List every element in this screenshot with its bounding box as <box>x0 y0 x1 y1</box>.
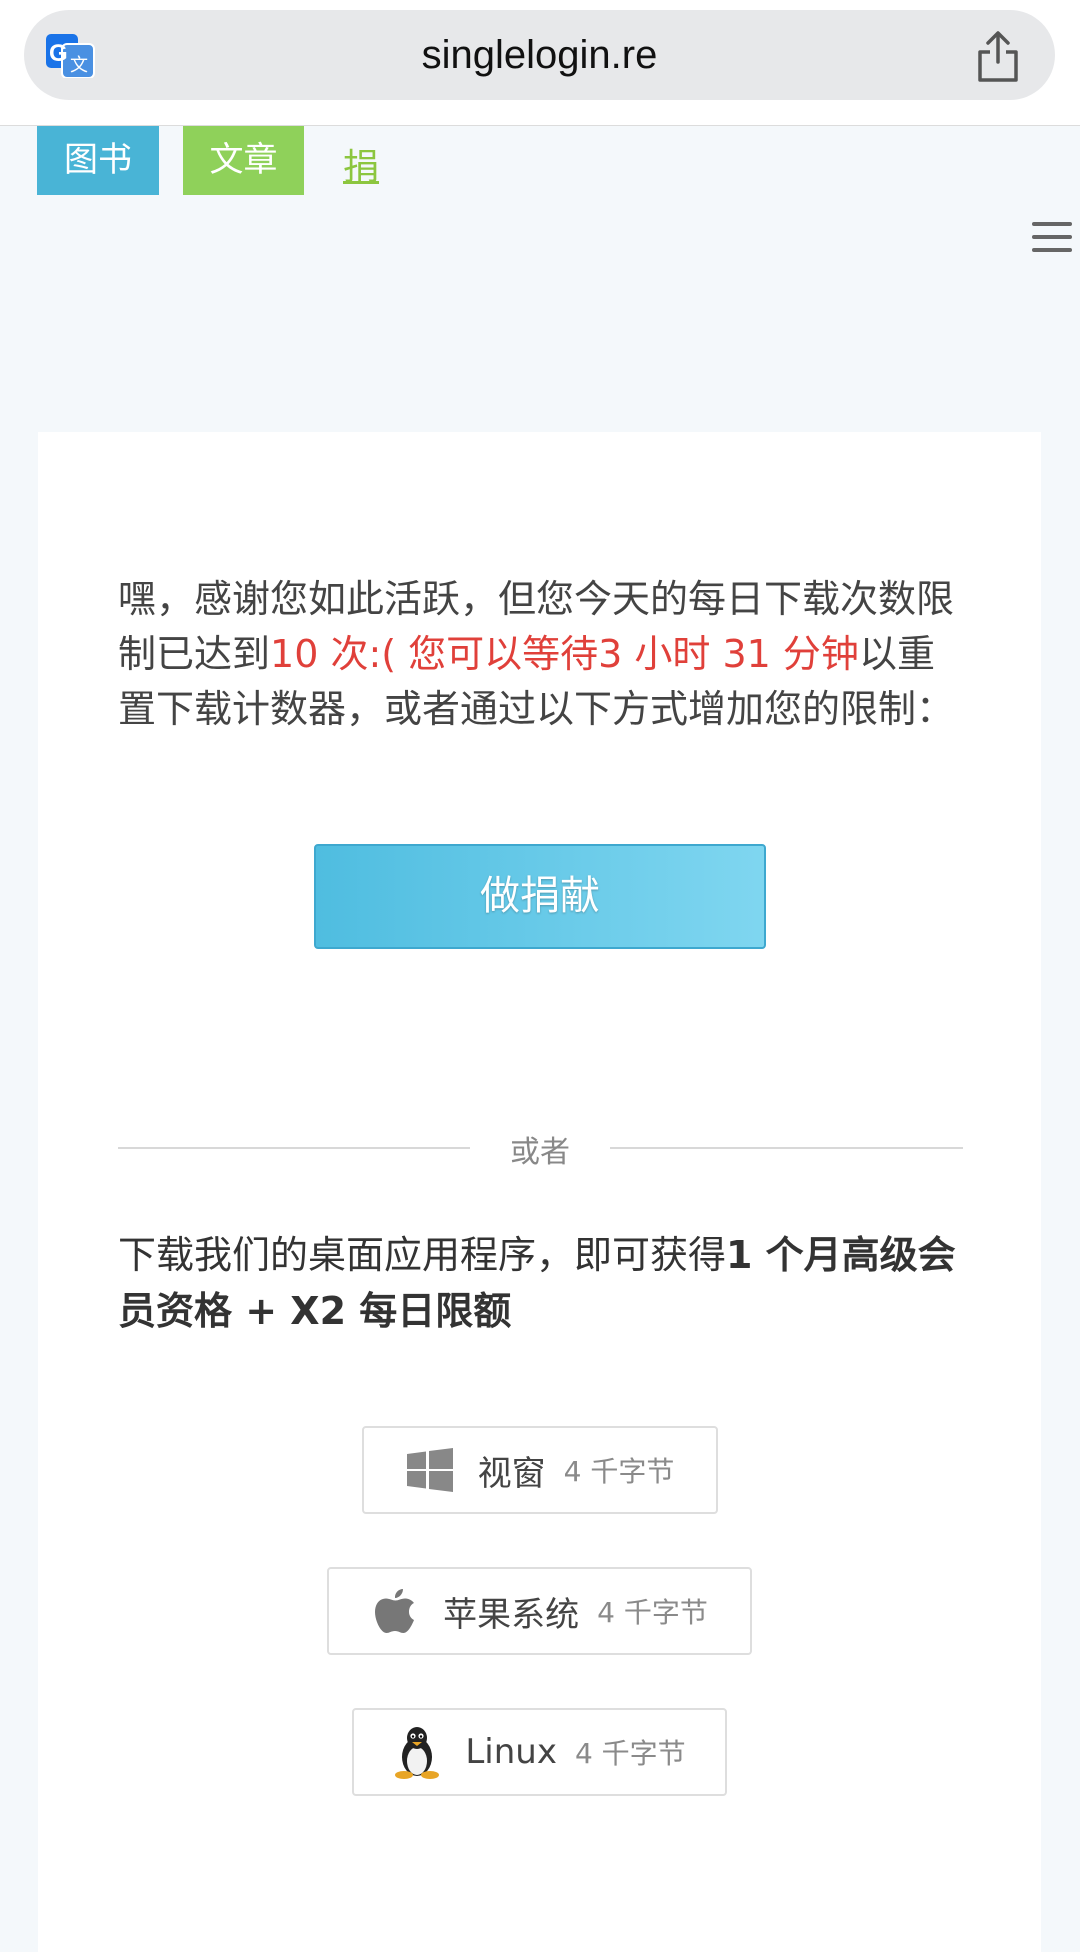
address-bar[interactable]: G 文 singlelogin.re <box>24 10 1055 100</box>
linux-icon <box>393 1727 441 1779</box>
divider-or-text: 或者 <box>510 1135 570 1170</box>
apple-icon <box>371 1587 419 1635</box>
url-text[interactable]: singlelogin.re <box>24 10 1055 100</box>
file-size: 4 千字节 <box>563 1455 675 1488</box>
divider-right <box>610 1147 963 1149</box>
desktop-app-promo: 下载我们的桌面应用程序，即可获得1 个月高级会员资格 + X2 每日限额 <box>118 1227 978 1339</box>
limit-message: 嘿，感谢您如此活跃，但您今天的每日下载次数限制已达到10 次:( 您可以等待3 … <box>118 572 968 737</box>
download-windows-button[interactable]: 视窗 4 千字节 <box>362 1426 718 1514</box>
file-size: 4 千字节 <box>597 1596 708 1629</box>
nav-tab-books[interactable]: 图书 <box>37 126 159 195</box>
os-name: 视窗 <box>477 1453 546 1494</box>
promo-text: 下载我们的桌面应用程序，即可获得 <box>118 1233 727 1277</box>
limit-card: 嘿，感谢您如此活跃，但您今天的每日下载次数限制已达到10 次:( 您可以等待3 … <box>38 432 1041 1952</box>
os-name: 苹果系统 <box>443 1594 580 1635</box>
message-highlight: 10 次:( 您可以等待3 小时 31 分钟 <box>270 632 859 676</box>
file-size: 4 千字节 <box>574 1737 686 1770</box>
browser-toolbar: G 文 singlelogin.re <box>0 0 1080 126</box>
download-mac-button[interactable]: 苹果系统 4 千字节 <box>327 1567 752 1655</box>
os-name: Linux <box>465 1732 557 1772</box>
hamburger-menu-icon[interactable] <box>1032 222 1072 256</box>
donate-button[interactable]: 做捐献 <box>314 844 766 949</box>
windows-icon <box>406 1446 454 1494</box>
nav-donate-link[interactable]: 捐 <box>343 138 379 190</box>
nav-tab-articles[interactable]: 文章 <box>183 126 304 195</box>
download-linux-button[interactable]: Linux 4 千字节 <box>352 1708 727 1796</box>
divider-left <box>118 1147 470 1149</box>
share-icon[interactable] <box>975 30 1021 84</box>
